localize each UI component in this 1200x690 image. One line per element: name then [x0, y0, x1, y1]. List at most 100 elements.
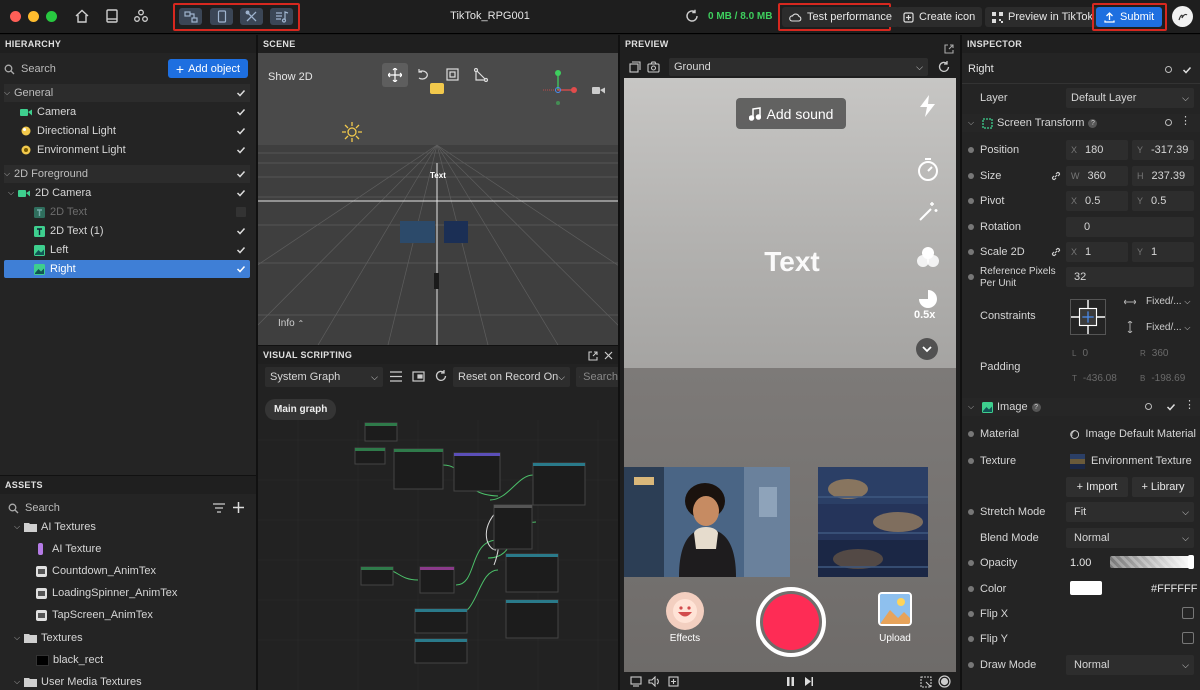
pivot-y-field[interactable]: Y 0.5 — [1132, 191, 1194, 211]
component-radio[interactable] — [1165, 119, 1172, 126]
constraint-horizontal-select[interactable]: Fixed/... ⌵ — [1146, 296, 1190, 307]
check-icon[interactable] — [236, 145, 246, 155]
camera-view-icon[interactable] — [592, 86, 605, 95]
pause-icon[interactable] — [786, 676, 795, 687]
more-icon[interactable]: ⋮ — [1184, 398, 1195, 411]
upload-button[interactable] — [878, 592, 912, 626]
stretch-mode-select[interactable]: Fit ⌵ — [1066, 502, 1194, 522]
flash-icon[interactable] — [918, 95, 938, 117]
reset-mode-select[interactable]: Reset on Record On ⌵ — [453, 367, 570, 387]
flipy-keyframe-dot[interactable] — [968, 636, 974, 642]
image-component-header[interactable]: ⌵ Image ? ⋮ — [962, 398, 1200, 416]
padding-bottom-field[interactable]: B -198.69 — [1140, 373, 1185, 384]
check-icon[interactable] — [236, 126, 246, 136]
hierarchy-item-camera[interactable]: Camera — [4, 103, 250, 121]
color-hex-value[interactable]: #FFFFFF — [1151, 583, 1197, 595]
axis-gizmo[interactable] — [538, 68, 578, 108]
step-forward-icon[interactable] — [804, 676, 814, 687]
material-field[interactable]: Image Default Material — [1066, 424, 1196, 444]
music-toggle[interactable] — [270, 8, 293, 25]
timer-icon[interactable] — [917, 158, 939, 182]
create-icon-button[interactable]: Create icon — [896, 7, 983, 27]
layers-icon[interactable] — [629, 61, 641, 73]
scale-x-field[interactable]: X1 — [1066, 242, 1128, 262]
opacity-slider[interactable] — [1110, 555, 1194, 569]
link-icon[interactable] — [1051, 247, 1061, 257]
move-tool-button[interactable] — [382, 63, 408, 87]
rotate-tool-icon[interactable] — [416, 69, 430, 81]
size-keyframe-dot[interactable] — [968, 173, 974, 179]
padding-left-field[interactable]: L0 — [1072, 348, 1088, 359]
rotation-field[interactable]: 0 — [1066, 217, 1194, 237]
add-sound-button[interactable]: Add sound — [736, 98, 846, 129]
hierarchy-group-2d-foreground[interactable]: ⌵ 2D Foreground — [4, 165, 250, 183]
scale-y-field[interactable]: Y1 — [1132, 242, 1194, 262]
minimize-window-button[interactable] — [28, 11, 39, 22]
material-keyframe-dot[interactable] — [968, 431, 974, 437]
size-height-field[interactable]: H 237.39 — [1132, 166, 1194, 186]
asset-countdown-animtex[interactable]: Countdown_AnimTex — [4, 562, 250, 580]
test-performance-button[interactable]: Test performance — [782, 7, 899, 27]
opacity-value[interactable]: 1.00 — [1070, 557, 1091, 569]
draw-mode-keyframe-dot[interactable] — [968, 662, 974, 668]
screen-transform-header[interactable]: ⌵ Screen Transform ? ⋮ — [962, 114, 1200, 132]
hierarchy-item-2d-camera[interactable]: ⌵ 2D Camera — [4, 184, 250, 202]
hierarchy-item-directional-light[interactable]: Directional Light — [4, 122, 250, 140]
hierarchy-item-environment-light[interactable]: Environment Light — [4, 141, 250, 159]
help-icon[interactable]: ? — [1088, 118, 1098, 128]
environment-select[interactable]: Ground ⌵ — [669, 58, 928, 76]
more-icon[interactable]: ⋮ — [1180, 114, 1191, 127]
constraints-widget[interactable] — [1070, 299, 1106, 335]
check-icon[interactable] — [236, 107, 246, 117]
volume-icon[interactable] — [648, 676, 662, 687]
popout-icon[interactable] — [588, 351, 598, 361]
add-asset-icon[interactable] — [233, 502, 244, 513]
main-graph-tab[interactable]: Main graph — [265, 399, 337, 420]
close-icon[interactable] — [604, 351, 613, 360]
link-icon[interactable] — [1051, 171, 1061, 181]
info-toggle[interactable]: Info ⌃ — [278, 318, 304, 329]
more-options-button[interactable] — [916, 338, 938, 360]
magic-wand-icon[interactable] — [917, 201, 939, 223]
scene-text-object[interactable]: Text — [430, 171, 446, 180]
speed-icon[interactable] — [918, 289, 938, 309]
preview-viewport[interactable]: Add sound 0.5x Text Effects Upload — [624, 78, 956, 672]
rect-tool-icon[interactable] — [474, 68, 488, 82]
rotation-keyframe-dot[interactable] — [968, 224, 974, 230]
flip-x-checkbox[interactable] — [1182, 607, 1194, 619]
position-x-field[interactable]: X 180 — [1066, 140, 1128, 160]
hierarchy-search[interactable]: Search — [4, 60, 164, 78]
check-icon[interactable] — [236, 245, 246, 255]
record-button[interactable] — [756, 587, 826, 657]
position-keyframe-dot[interactable] — [968, 147, 974, 153]
hierarchy-item-right[interactable]: Right — [4, 260, 250, 278]
object-active-radio[interactable] — [1165, 66, 1172, 73]
check-icon[interactable] — [236, 88, 246, 98]
padding-top-field[interactable]: T -436.08 — [1072, 373, 1117, 384]
device-frame-icon[interactable] — [630, 676, 642, 687]
hierarchy-item-2d-text-1[interactable]: 2D Text (1) — [4, 222, 250, 240]
opacity-slider-handle[interactable] — [1188, 555, 1194, 569]
flip-y-checkbox[interactable] — [1182, 632, 1194, 644]
visibility-checkbox[interactable] — [236, 207, 246, 217]
library-button[interactable]: + Library — [1132, 477, 1194, 497]
list-icon[interactable] — [390, 371, 402, 382]
filters-icon[interactable] — [916, 246, 940, 268]
cursor-select-icon[interactable] — [920, 676, 932, 688]
avatar[interactable] — [1172, 6, 1193, 27]
hierarchy-group-general[interactable]: ⌵ General — [4, 84, 250, 102]
ref-pixels-field[interactable]: 32 — [1066, 267, 1194, 287]
tools-toggle[interactable] — [240, 8, 263, 25]
hierarchy-item-left[interactable]: Left — [4, 241, 250, 259]
object-name-field[interactable]: Right — [968, 63, 994, 75]
check-icon[interactable] — [1182, 65, 1192, 75]
popout-icon[interactable] — [944, 44, 954, 54]
pivot-x-field[interactable]: X 0.5 — [1066, 191, 1128, 211]
refresh-icon[interactable] — [685, 9, 703, 27]
device-toggle[interactable] — [210, 8, 233, 25]
help-icon[interactable]: ? — [1031, 402, 1041, 412]
pivot-keyframe-dot[interactable] — [968, 198, 974, 204]
check-icon[interactable] — [236, 226, 246, 236]
frame-icon[interactable] — [412, 371, 425, 382]
scale-tool-icon[interactable] — [446, 68, 459, 81]
